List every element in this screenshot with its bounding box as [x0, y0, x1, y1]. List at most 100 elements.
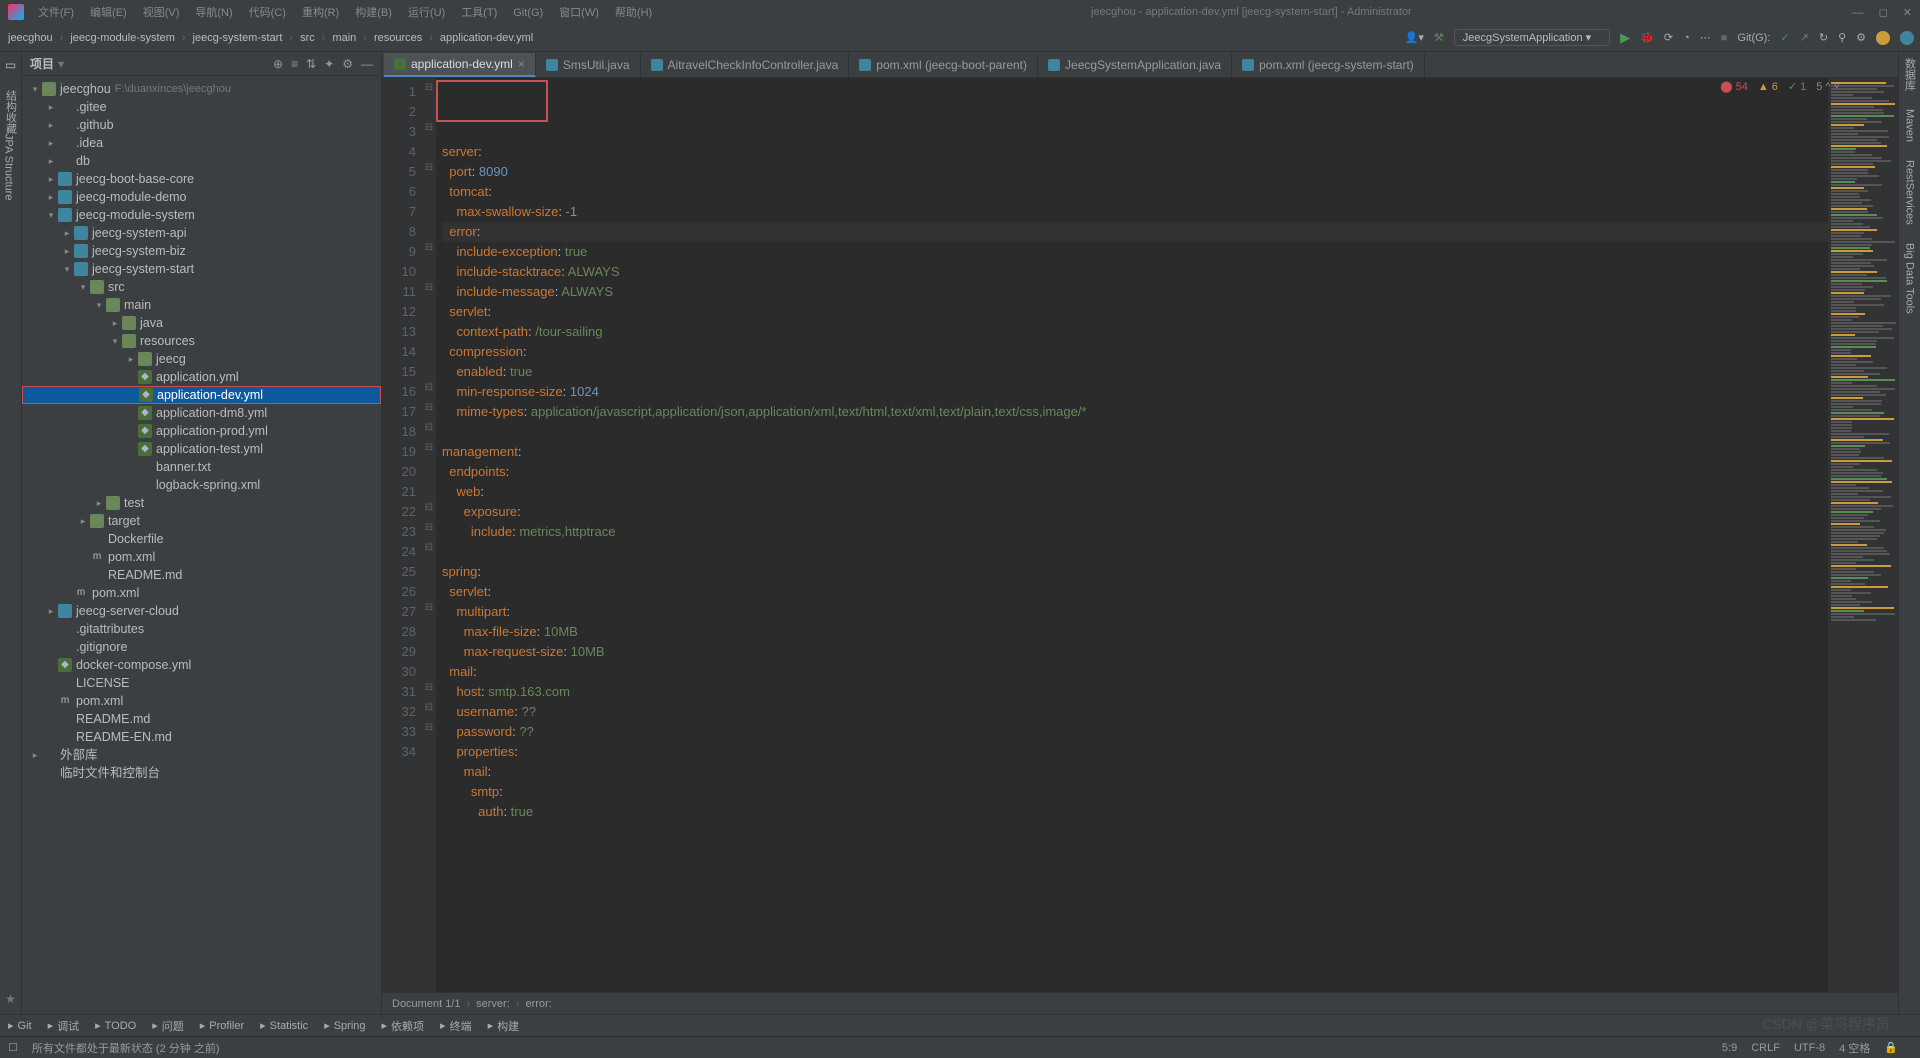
lock-icon[interactable]: 🔒 [1884, 1041, 1898, 1054]
tool-window-tab[interactable]: ▸Git [8, 1019, 32, 1032]
git-push-icon[interactable]: ↻ [1819, 31, 1828, 44]
stop-icon[interactable]: ■ [1721, 32, 1728, 44]
tree-node[interactable]: ▸jeecg-module-demo [22, 188, 381, 206]
project-tool-icon[interactable]: ▭ [5, 58, 16, 72]
menu-item[interactable]: Git(G) [507, 5, 549, 21]
fold-gutter[interactable]: ⊟⊟⊟⊟⊟⊟⊟⊟⊟⊟⊟⊟⊟⊟⊟⊟ [422, 78, 436, 992]
tree-node[interactable]: ▾main [22, 296, 381, 314]
tree-node[interactable]: ◆application-prod.yml [22, 422, 381, 440]
editor-tab[interactable]: pom.xml (jeecg-system-start) [1232, 53, 1425, 77]
tool-window-tab[interactable]: ▸TODO [95, 1019, 136, 1032]
panel-settings-icon[interactable]: ✦ [324, 57, 334, 71]
minimap[interactable] [1828, 78, 1898, 992]
tree-node[interactable]: README.md [22, 710, 381, 728]
tree-node[interactable]: ▸jeecg-system-biz [22, 242, 381, 260]
editor-tab[interactable]: AitravelCheckInfoController.java [641, 53, 850, 77]
attach-icon[interactable]: ⋯ [1700, 31, 1711, 44]
tree-node[interactable]: ▸db [22, 152, 381, 170]
tree-node[interactable]: ▸java [22, 314, 381, 332]
breadcrumb-item[interactable]: jeecghou [6, 32, 55, 44]
run-icon[interactable]: ▶ [1620, 30, 1630, 46]
expand-icon[interactable]: ≡ [291, 57, 298, 71]
tree-node[interactable]: README-EN.md [22, 728, 381, 746]
menu-item[interactable]: 导航(N) [189, 5, 238, 21]
hide-icon[interactable]: — [361, 57, 373, 71]
right-tool-tab[interactable]: RestServices [1904, 160, 1916, 225]
breadcrumb[interactable]: jeecghou›jeecg-module-system›jeecg-syste… [6, 32, 1405, 44]
menu-item[interactable]: 运行(U) [402, 5, 451, 21]
line-gutter[interactable]: 1234567891011121314151617181920212223242… [382, 78, 422, 992]
menu-item[interactable]: 帮助(H) [609, 5, 658, 21]
caret-position[interactable]: 5:9 [1722, 1042, 1737, 1054]
tree-node[interactable]: mpom.xml [22, 548, 381, 566]
coverage-icon[interactable]: ⟳ [1664, 31, 1673, 44]
menu-item[interactable]: 窗口(W) [553, 5, 605, 21]
maximize-icon[interactable]: ◻ [1879, 7, 1888, 19]
tool-window-tab[interactable]: ▸构建 [488, 1018, 520, 1034]
collapse-icon[interactable]: ⇅ [306, 57, 316, 71]
breadcrumb-item[interactable]: jeecg-system-start [191, 32, 285, 44]
menu-item[interactable]: 视图(V) [137, 5, 186, 21]
tree-node[interactable]: ▸.idea [22, 134, 381, 152]
editor-tab[interactable]: pom.xml (jeecg-boot-parent) [849, 53, 1038, 77]
breadcrumb-item[interactable]: resources [372, 32, 424, 44]
tree-node[interactable]: ▸jeecg [22, 350, 381, 368]
tool-window-tab[interactable]: ▸Spring [324, 1019, 365, 1032]
tree-node[interactable]: 临时文件和控制台 [22, 764, 381, 782]
file-encoding[interactable]: UTF-8 [1794, 1042, 1825, 1054]
inspections-widget[interactable]: ⬤54 ▲6 ✓1 5 ^ ˅ [1720, 80, 1840, 93]
editor-tab[interactable]: application-dev.yml × [384, 53, 536, 77]
settings-icon[interactable]: ⚙ [1856, 31, 1866, 44]
project-tree[interactable]: ▾jeecghouF:\duanxinces\jeecghou▸.gitee▸.… [22, 76, 381, 1014]
left-tool-tab[interactable]: 收藏 [3, 112, 19, 134]
tree-node[interactable]: ◆docker-compose.yml [22, 656, 381, 674]
tree-node[interactable]: ▸jeecg-server-cloud [22, 602, 381, 620]
tree-node[interactable]: ▸target [22, 512, 381, 530]
right-tool-tab[interactable]: Big Data Tools [1904, 243, 1916, 314]
tree-node[interactable]: ▸外部库 [22, 746, 381, 764]
tree-node[interactable]: ▾jeecg-module-system [22, 206, 381, 224]
search-icon[interactable]: ⚲ [1838, 31, 1846, 44]
gear-icon[interactable]: ⚙ [342, 57, 353, 71]
menu-item[interactable]: 重构(R) [296, 5, 345, 21]
tree-node[interactable]: ▾src [22, 278, 381, 296]
tree-node[interactable]: ▸jeecg-boot-base-core [22, 170, 381, 188]
vcs-status-icon[interactable]: ☐ [8, 1041, 18, 1054]
minimize-icon[interactable]: — [1853, 7, 1864, 19]
editor-tab[interactable]: SmsUtil.java [536, 53, 641, 77]
tool-window-tab[interactable]: ▸问题 [152, 1018, 184, 1034]
run-config-selector[interactable]: JeecgSystemApplication ▾ [1454, 29, 1610, 46]
breadcrumb-item[interactable]: application-dev.yml [438, 32, 535, 44]
tree-node[interactable]: ◆application.yml [22, 368, 381, 386]
favorites-icon[interactable]: ★ [5, 992, 16, 1006]
select-opened-icon[interactable]: ⊕ [273, 57, 283, 71]
tool-window-tab[interactable]: ▸Profiler [200, 1019, 244, 1032]
tree-node[interactable]: Dockerfile [22, 530, 381, 548]
tree-node[interactable]: ▸test [22, 494, 381, 512]
breadcrumb-item[interactable]: src [298, 32, 317, 44]
tree-node[interactable]: LICENSE [22, 674, 381, 692]
tree-node[interactable]: ▸jeecg-system-api [22, 224, 381, 242]
tool-window-tab[interactable]: ▸Statistic [260, 1019, 308, 1032]
indent-info[interactable]: 4 空格 [1839, 1040, 1870, 1056]
right-tool-tab[interactable]: Maven [1904, 109, 1916, 142]
breadcrumb-item[interactable]: main [330, 32, 358, 44]
tree-node[interactable]: ▸.github [22, 116, 381, 134]
close-icon[interactable]: ✕ [1903, 7, 1912, 19]
menu-item[interactable]: 文件(F) [32, 5, 80, 21]
tree-node[interactable]: .gitattributes [22, 620, 381, 638]
tool-window-tab[interactable]: ▸终端 [440, 1018, 472, 1034]
avatar-icon[interactable] [1876, 31, 1890, 45]
tree-node[interactable]: .gitignore [22, 638, 381, 656]
hammer-icon[interactable]: ⚒ [1434, 31, 1444, 44]
right-tool-tab[interactable]: 数据库 [1902, 58, 1918, 91]
tree-node[interactable]: ◆application-test.yml [22, 440, 381, 458]
left-tool-tab[interactable]: JPA Structure [3, 134, 15, 200]
tool-window-tab[interactable]: ▸依赖项 [382, 1018, 425, 1034]
tree-node[interactable]: banner.txt [22, 458, 381, 476]
profile-icon[interactable]: ◔ [1683, 32, 1690, 44]
tree-node[interactable]: ▾jeecg-system-start [22, 260, 381, 278]
debug-icon[interactable]: 🐞 [1640, 31, 1654, 44]
menu-item[interactable]: 代码(C) [243, 5, 292, 21]
menu-item[interactable]: 构建(B) [349, 5, 398, 21]
